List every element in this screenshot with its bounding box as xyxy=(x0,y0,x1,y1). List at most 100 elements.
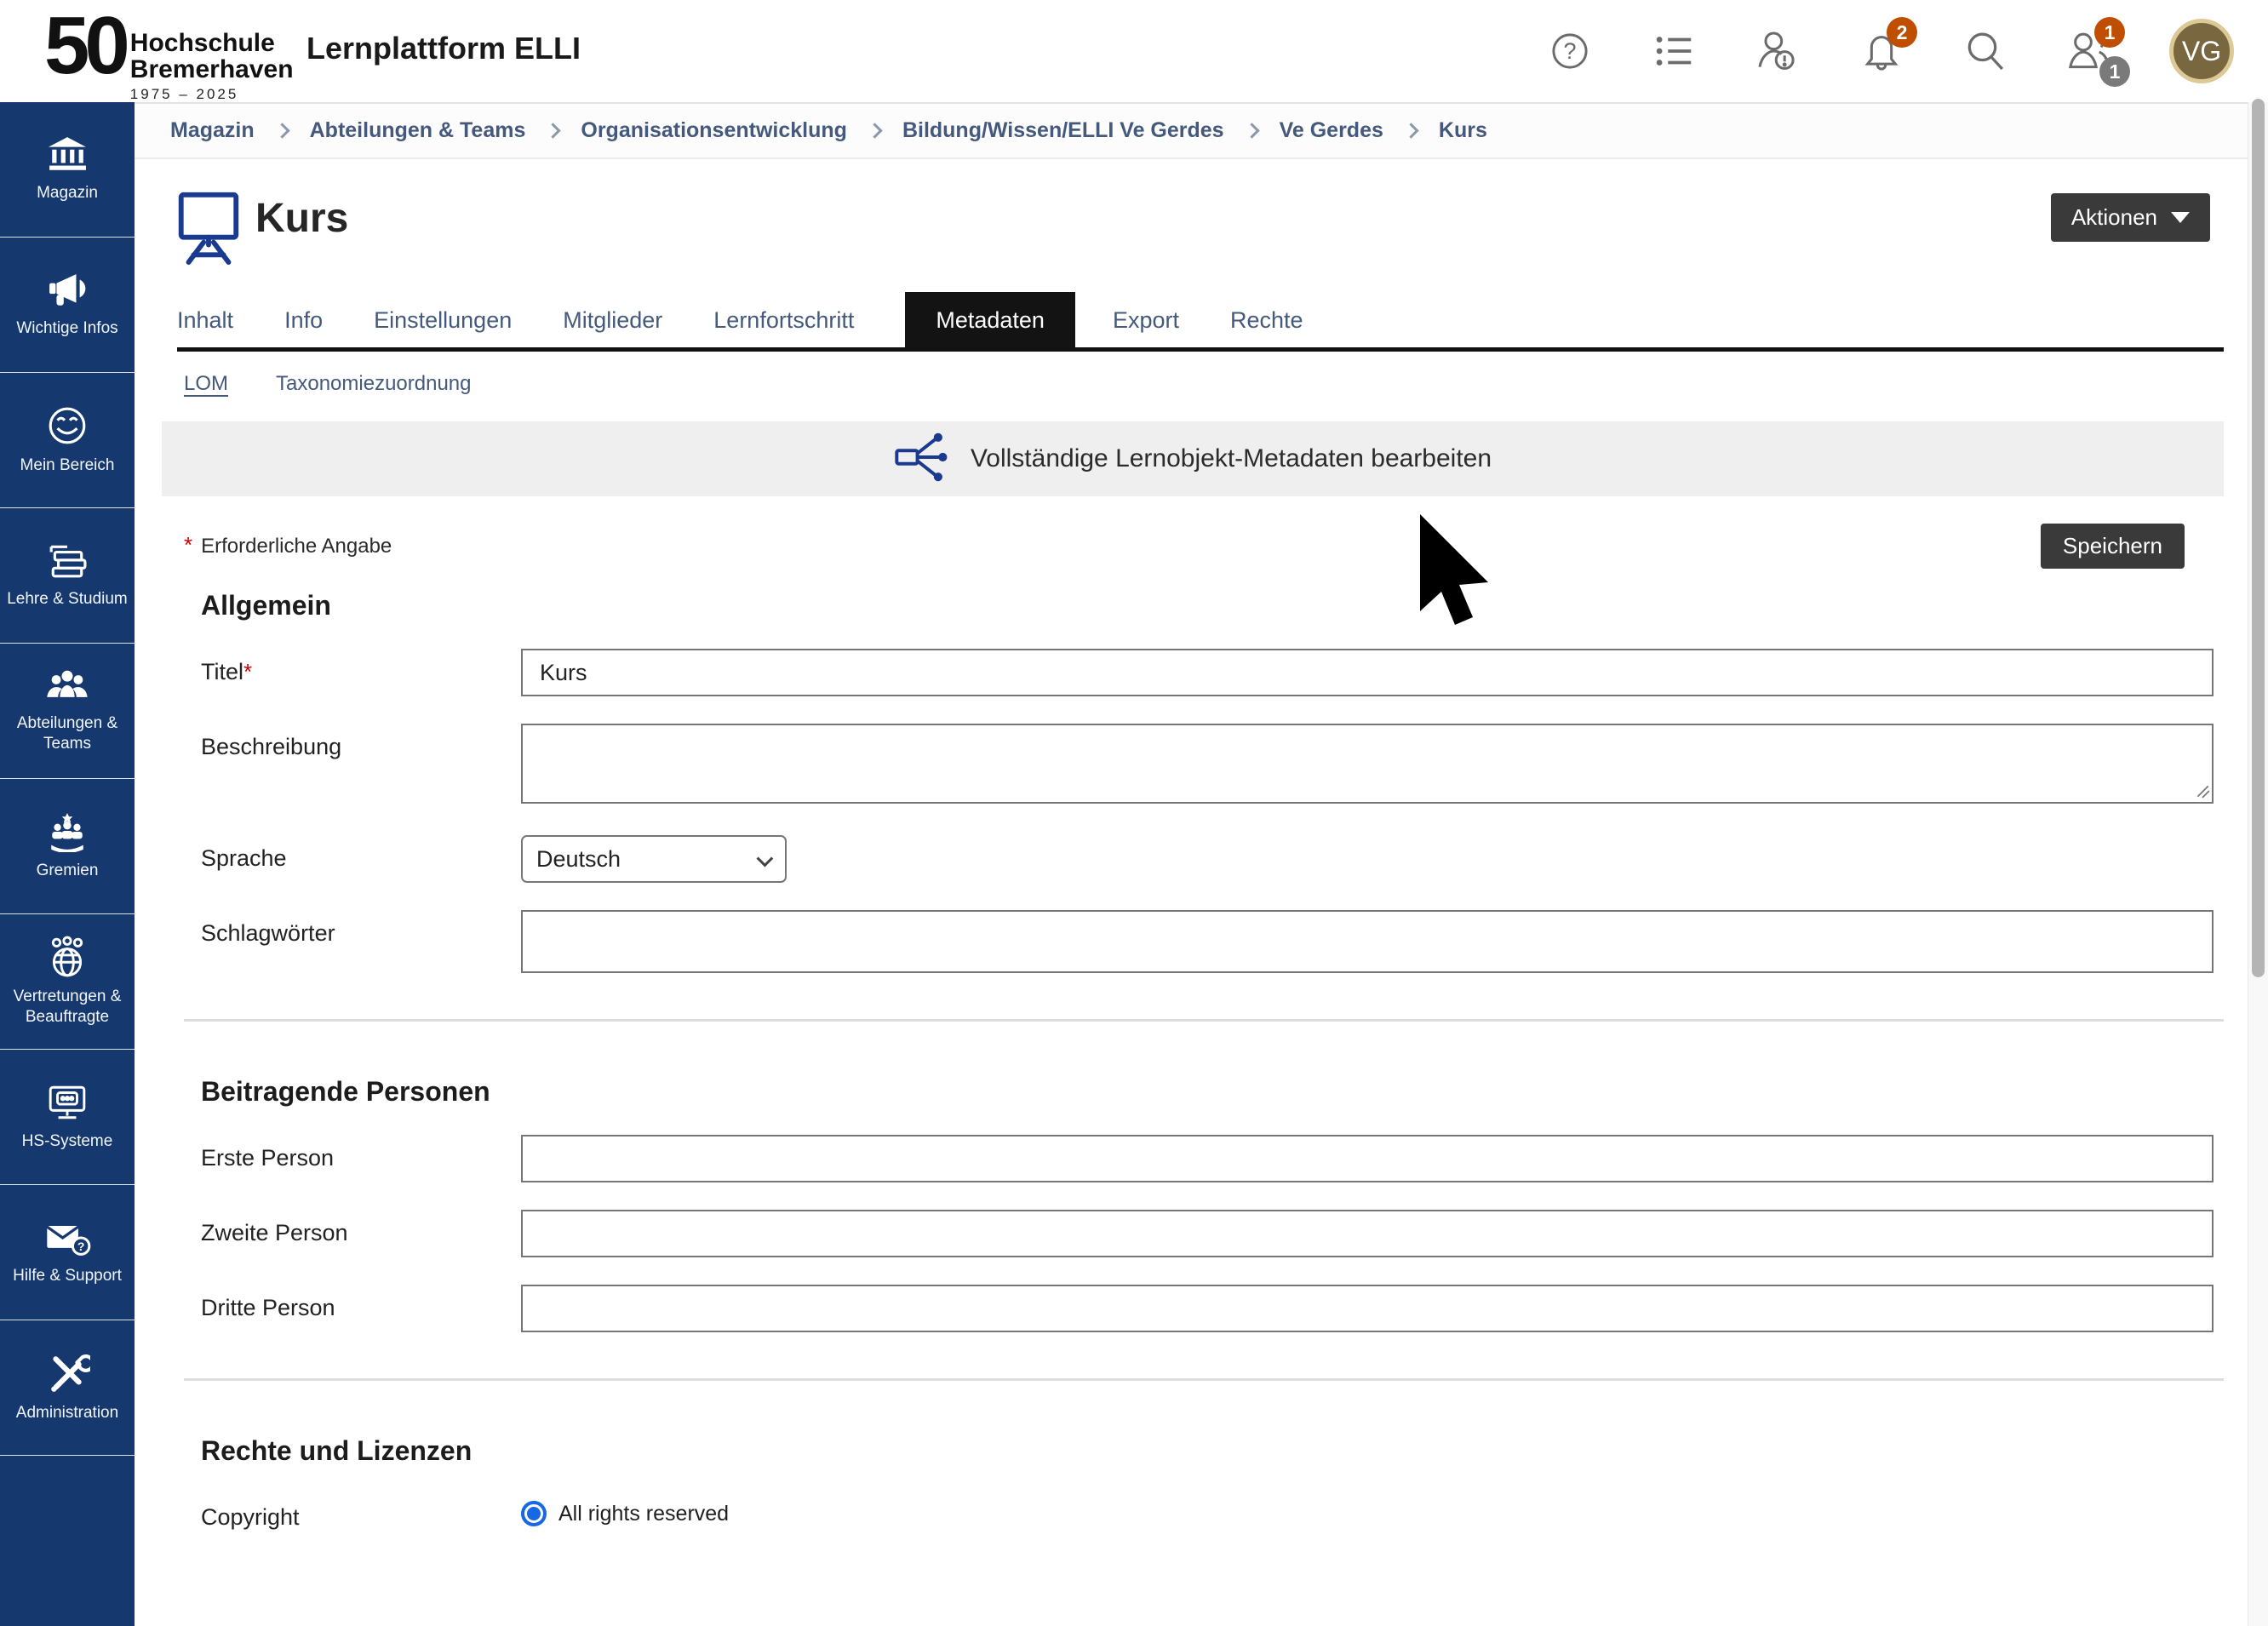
breadcrumb-item[interactable]: Organisationsentwicklung xyxy=(581,118,847,143)
svg-text:?: ? xyxy=(1563,38,1576,64)
beschreibung-textarea[interactable] xyxy=(521,724,2214,804)
chevron-down-icon xyxy=(757,850,774,867)
globe-people-icon xyxy=(44,936,90,978)
beschreibung-label: Beschreibung xyxy=(177,724,521,760)
section-heading-rechte: Rechte und Lizenzen xyxy=(201,1435,2224,1467)
sidebar-item-label: Gremien xyxy=(37,861,99,881)
tab-metadaten[interactable]: Metadaten xyxy=(905,292,1075,347)
avatar[interactable]: VG xyxy=(2169,19,2234,83)
copyright-radio[interactable] xyxy=(521,1501,547,1526)
app-header: 50 Hochschule Bremerhaven 1975 – 2025 Le… xyxy=(0,0,2268,102)
person-clock-icon[interactable] xyxy=(1754,27,1801,75)
sprache-select[interactable]: Deutsch xyxy=(521,835,787,883)
actions-button-label: Aktionen xyxy=(2071,204,2157,231)
sidebar-item-label: Lehre & Studium xyxy=(7,589,128,610)
section-divider xyxy=(184,1378,2224,1381)
copyright-label: Copyright xyxy=(177,1494,521,1531)
schlagwoerter-label: Schlagwörter xyxy=(177,910,521,947)
megaphone-icon xyxy=(43,271,91,310)
titel-input[interactable] xyxy=(521,649,2214,696)
sidebar-item-wichtige-infos[interactable]: Wichtige Infos xyxy=(0,238,135,373)
vertical-scrollbar[interactable] xyxy=(2248,102,2268,1626)
sidebar-item-label: Wichtige Infos xyxy=(16,318,117,339)
form-row-titel: Titel* xyxy=(177,649,2224,696)
required-note: *Erforderliche Angabe xyxy=(184,532,392,558)
chevron-right-icon xyxy=(546,123,561,138)
contacts-badge-top: 1 xyxy=(2094,17,2125,48)
banner-label: Vollständige Lernobjekt-Metadaten bearbe… xyxy=(971,444,1492,473)
scrollbar-thumb[interactable] xyxy=(2252,99,2265,977)
required-asterisk: * xyxy=(184,532,192,558)
edit-full-metadata-banner[interactable]: Vollständige Lernobjekt-Metadaten bearbe… xyxy=(162,421,2224,496)
university-logo: 50 Hochschule Bremerhaven 1975 – 2025 xyxy=(44,7,294,103)
chevron-right-icon xyxy=(867,123,882,138)
subtab-bar: LOM Taxonomiezuordnung xyxy=(177,372,2224,396)
logo-name-line2: Bremerhaven xyxy=(130,57,294,83)
contacts-icon[interactable]: 1 1 xyxy=(2065,27,2113,75)
subtab-lom[interactable]: LOM xyxy=(184,372,228,396)
tab-einstellungen[interactable]: Einstellungen xyxy=(374,292,512,347)
breadcrumb-item[interactable]: Abteilungen & Teams xyxy=(310,118,526,143)
chevron-right-icon xyxy=(274,123,289,138)
mail-question-icon: ? xyxy=(43,1218,91,1257)
sidebar-item-gremien[interactable]: Gremien xyxy=(0,779,135,914)
list-icon[interactable] xyxy=(1650,27,1698,75)
sidebar-item-hilfe-support[interactable]: ? Hilfe & Support xyxy=(0,1185,135,1320)
form-row-erste-person: Erste Person xyxy=(177,1135,2224,1182)
save-button[interactable]: Speichern xyxy=(2041,524,2185,569)
section-divider xyxy=(184,1019,2224,1022)
section-heading-allgemein: Allgemein xyxy=(201,590,2224,621)
sidebar-item-lehre-studium[interactable]: Lehre & Studium xyxy=(0,508,135,644)
sidebar-item-abteilungen-teams[interactable]: Abteilungen & Teams xyxy=(0,644,135,779)
sidebar-item-vertretungen[interactable]: Vertretungen & Beauftragte xyxy=(0,914,135,1050)
smiley-icon xyxy=(46,404,89,447)
logo-50-mark: 50 xyxy=(44,7,125,84)
erste-person-label: Erste Person xyxy=(177,1135,521,1171)
schlagwoerter-input[interactable] xyxy=(521,910,2214,973)
actions-button[interactable]: Aktionen xyxy=(2051,193,2210,242)
app-title: Lernplattform ELLI xyxy=(306,31,581,66)
tools-icon xyxy=(44,1352,90,1394)
monitor-icon xyxy=(44,1082,90,1123)
search-icon[interactable] xyxy=(1962,27,2009,75)
sidebar-item-administration[interactable]: Administration xyxy=(0,1320,135,1456)
breadcrumb-item-current[interactable]: Kurs xyxy=(1439,118,1487,143)
svg-text:?: ? xyxy=(77,1240,85,1253)
form-row-beschreibung: Beschreibung xyxy=(177,724,2224,808)
sidebar-item-label: Abteilungen & Teams xyxy=(3,713,131,754)
dritte-person-label: Dritte Person xyxy=(177,1285,521,1321)
breadcrumb-item[interactable]: Ve Gerdes xyxy=(1280,118,1383,143)
erste-person-input[interactable] xyxy=(521,1135,2214,1182)
tab-rechte[interactable]: Rechte xyxy=(1230,292,1303,347)
bell-icon[interactable]: 2 xyxy=(1858,27,1905,75)
help-icon[interactable]: ? xyxy=(1546,27,1594,75)
tab-export[interactable]: Export xyxy=(1113,292,1179,347)
subtab-taxonomiezuordnung[interactable]: Taxonomiezuordnung xyxy=(276,372,472,396)
sidebar-item-label: Mein Bereich xyxy=(20,455,115,476)
sidebar-item-label: Administration xyxy=(16,1403,118,1423)
breadcrumb-item[interactable]: Bildung/Wissen/ELLI Ve Gerdes xyxy=(902,118,1224,143)
sidebar-item-mein-bereich[interactable]: Mein Bereich xyxy=(0,373,135,508)
books-icon xyxy=(43,541,91,581)
section-heading-beitragende: Beitragende Personen xyxy=(201,1076,2224,1108)
copyright-radio-label: All rights reserved xyxy=(558,1502,729,1526)
chevron-right-icon xyxy=(1244,123,1259,138)
titel-label: Titel* xyxy=(177,649,521,685)
sidebar-item-hs-systeme[interactable]: HS-Systeme xyxy=(0,1050,135,1185)
form-row-zweite-person: Zweite Person xyxy=(177,1210,2224,1257)
people-group-icon xyxy=(43,667,91,705)
tab-lernfortschritt[interactable]: Lernfortschritt xyxy=(713,292,854,347)
breadcrumb-item[interactable]: Magazin xyxy=(170,118,255,143)
zweite-person-input[interactable] xyxy=(521,1210,2214,1257)
tab-mitglieder[interactable]: Mitglieder xyxy=(563,292,662,347)
sprache-select-value: Deutsch xyxy=(536,846,621,873)
tab-info[interactable]: Info xyxy=(284,292,323,347)
tab-inhalt[interactable]: Inhalt xyxy=(177,292,233,347)
sidebar-nav: Magazin Wichtige Infos Mein Bereich xyxy=(0,102,135,1626)
form-row-dritte-person: Dritte Person xyxy=(177,1285,2224,1332)
sidebar-item-label: Vertretungen & Beauftragte xyxy=(3,987,131,1028)
sidebar-item-magazin[interactable]: Magazin xyxy=(0,102,135,238)
committee-icon xyxy=(43,811,91,852)
form-row-schlagwoerter: Schlagwörter xyxy=(177,910,2224,973)
dritte-person-input[interactable] xyxy=(521,1285,2214,1332)
